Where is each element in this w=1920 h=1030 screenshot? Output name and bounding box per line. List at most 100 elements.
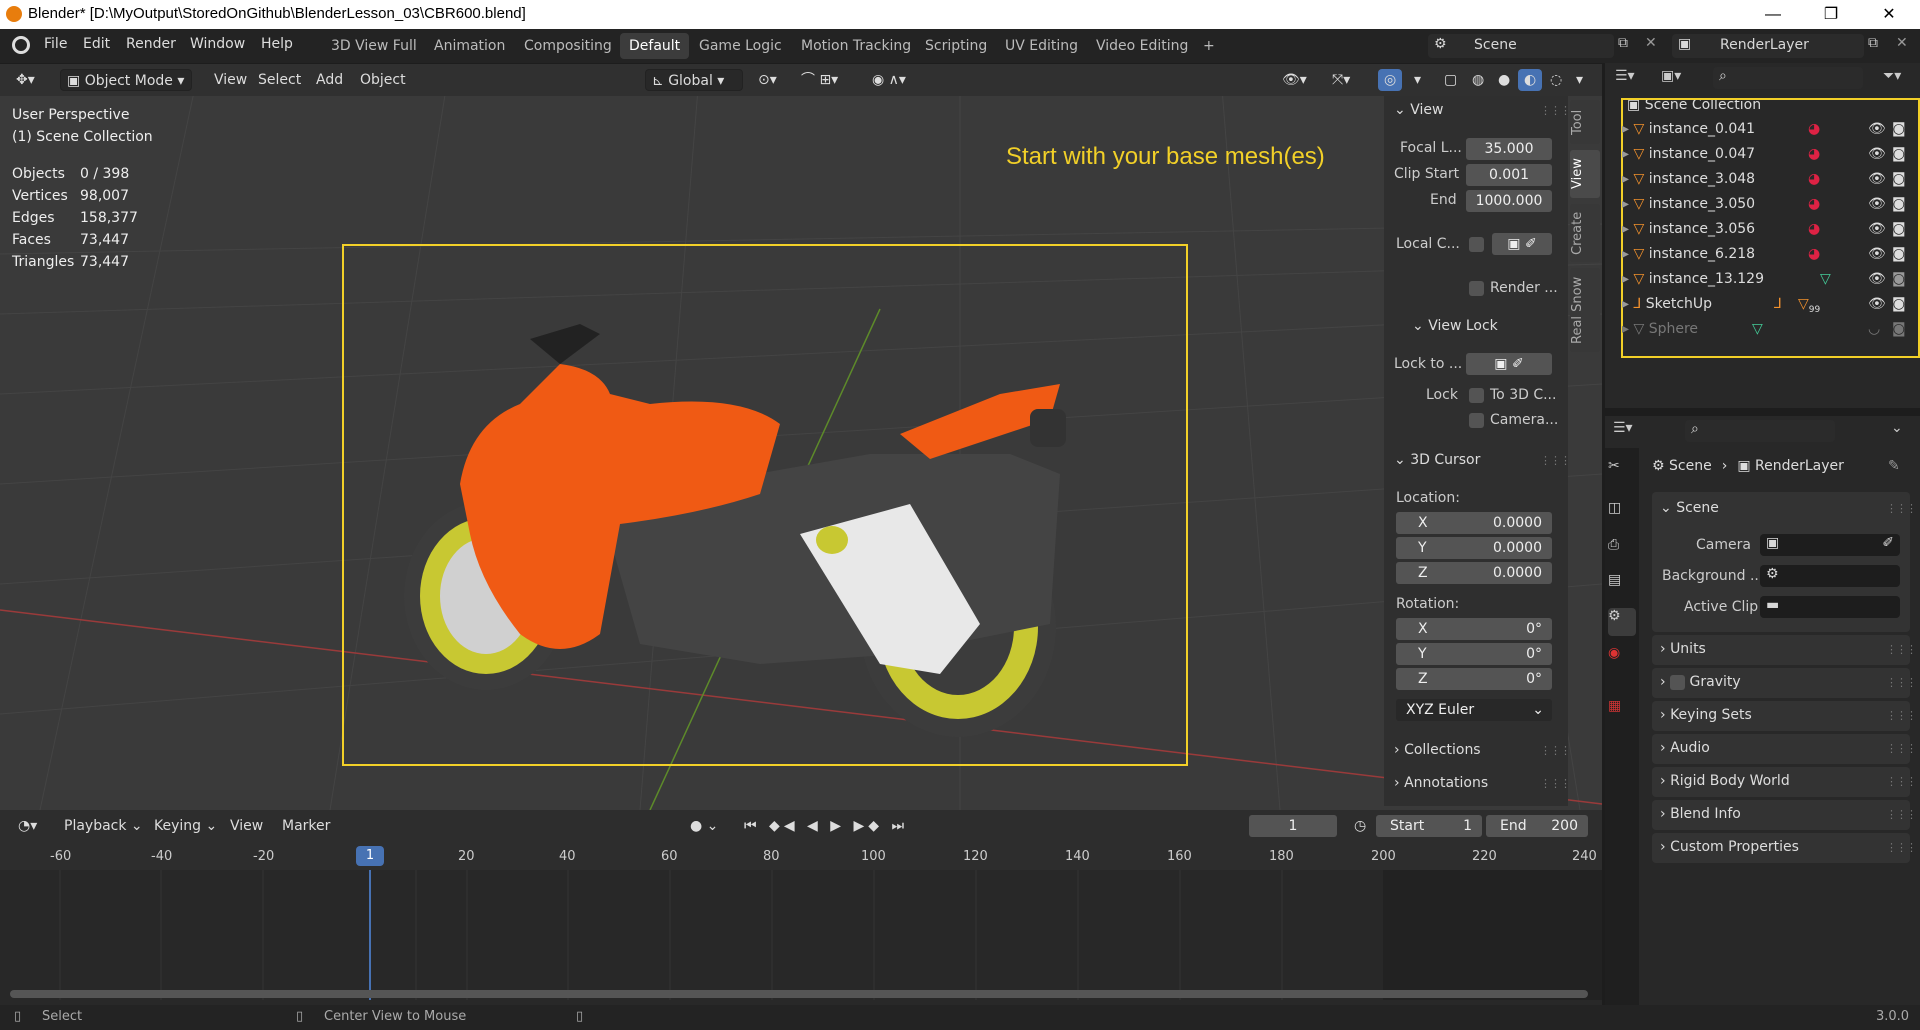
render-properties-tab-icon[interactable]: ◫ — [1608, 500, 1636, 528]
workspace-tab[interactable]: Scripting — [916, 33, 996, 59]
camera-icon[interactable]: ◙ — [1892, 271, 1906, 287]
workspace-tab[interactable]: 3D View Full — [322, 33, 426, 59]
outliner-item[interactable]: ▸ ▽ instance_3.056 ◕ 👁 ◙ — [1622, 221, 1912, 246]
workspace-tab[interactable]: Video Editing — [1087, 33, 1197, 59]
overlay-dropdown-icon[interactable]: ▾ — [1408, 69, 1427, 91]
audio-panel-header[interactable]: › Audio ⋮⋮⋮ — [1652, 734, 1917, 764]
properties-editor-icon[interactable]: ☰▾ — [1613, 420, 1633, 436]
properties-search-input[interactable]: ⌕ — [1685, 420, 1835, 442]
clip-start-field[interactable]: 0.001 — [1466, 164, 1552, 186]
timeline-view-menu[interactable]: View — [224, 815, 269, 837]
material-shading-icon[interactable]: ◐ — [1518, 69, 1543, 91]
render-layer-selector[interactable]: ▣ RenderLayer — [1672, 34, 1864, 58]
lock-3d-cursor-checkbox[interactable] — [1469, 388, 1484, 403]
rendered-shading-icon[interactable]: ◌ — [1544, 69, 1568, 91]
active-clip-field[interactable]: ▬ — [1760, 596, 1900, 618]
eye-icon[interactable]: 👁 — [1868, 271, 1886, 287]
viewport-menu-view[interactable]: View — [208, 69, 253, 91]
blender-menu-icon[interactable] — [12, 36, 30, 54]
cursor-rotation-x[interactable]: X 0° — [1396, 618, 1552, 640]
outliner-search-input[interactable]: ⌕ — [1713, 67, 1863, 89]
drag-handle[interactable]: ⋮⋮⋮ — [1886, 502, 1917, 515]
snap-icon[interactable]: ⌒ ⊞▾ — [795, 69, 844, 91]
maximize-button[interactable]: ❐ — [1802, 0, 1860, 29]
eye-icon[interactable]: 👁 — [1868, 121, 1886, 137]
drag-handle[interactable]: ⋮⋮⋮ — [1540, 777, 1571, 790]
outliner-item[interactable]: ▸ ▽ instance_3.048 ◕ 👁 ◙ — [1622, 171, 1912, 196]
wireframe-shading-icon[interactable]: ◍ — [1466, 69, 1490, 91]
outliner-item-hidden[interactable]: ▸ ▽ Sphere ▽ ◡ ◙ — [1622, 321, 1912, 346]
viewport-3d[interactable] — [0, 64, 1602, 810]
playback-menu[interactable]: Playback ⌄ — [58, 815, 149, 837]
camera-icon[interactable]: ◙ — [1892, 221, 1906, 237]
menu-render[interactable]: Render — [126, 36, 176, 52]
cursor-location-z[interactable]: Z 0.0000 — [1396, 562, 1552, 584]
eyedropper-icon[interactable]: ✐ — [1882, 535, 1894, 551]
scene-panel-header[interactable]: ⌄ Scene — [1660, 500, 1719, 516]
minimize-button[interactable]: — — [1744, 0, 1802, 29]
annotations-panel-header[interactable]: › Annotations — [1394, 775, 1488, 791]
sidebar-tab-create[interactable]: Create — [1570, 204, 1600, 262]
cursor-rotation-y[interactable]: Y 0° — [1396, 643, 1552, 665]
scene-selector[interactable]: ⚙ Scene — [1428, 34, 1614, 58]
units-panel-header[interactable]: › Units ⋮⋮⋮ — [1652, 635, 1917, 665]
camera-icon[interactable]: ◙ — [1892, 296, 1906, 312]
sidebar-tab-view[interactable]: View — [1570, 150, 1600, 198]
workspace-tab[interactable]: Animation — [425, 33, 514, 59]
view-panel-header[interactable]: ⌄ View — [1394, 102, 1443, 118]
new-scene-icon[interactable]: ⧉ — [1618, 35, 1628, 51]
eye-icon[interactable]: 👁 — [1868, 196, 1886, 212]
transform-orientation[interactable]: ⊾ Global ▾ — [645, 69, 743, 91]
focal-length-field[interactable]: 35.000 — [1466, 138, 1552, 160]
custom-properties-panel-header[interactable]: › Custom Properties ⋮⋮⋮ — [1652, 833, 1917, 863]
playback-controls[interactable]: ⏮ ◆◀ ◀ ▶ ▶◆ ⏭ — [738, 815, 914, 837]
mode-selector[interactable]: ▣ Object Mode ▾ — [60, 69, 192, 91]
camera-icon[interactable]: ◙ — [1892, 171, 1906, 187]
rigid-body-panel-header[interactable]: › Rigid Body World ⋮⋮⋮ — [1652, 767, 1917, 797]
outliner-item[interactable]: ▸ ▽ instance_3.050 ◕ 👁 ◙ — [1622, 196, 1912, 221]
camera-icon[interactable]: ◙ — [1892, 146, 1906, 162]
outliner-editor-icon[interactable]: ☰▾ — [1615, 68, 1635, 84]
eye-icon[interactable]: 👁 — [1868, 146, 1886, 162]
lock-to-object-field[interactable]: ▣ ✐ — [1466, 353, 1552, 375]
local-camera-checkbox[interactable] — [1469, 237, 1484, 252]
camera-icon[interactable]: ◙ — [1892, 321, 1906, 337]
gizmo-icon[interactable]: ⤧▾ — [1326, 69, 1356, 91]
collections-panel-header[interactable]: › Collections — [1394, 742, 1481, 758]
workspace-tab[interactable]: Game Logic — [690, 33, 791, 59]
camera-icon[interactable]: ◙ — [1892, 196, 1906, 212]
shading-dropdown-icon[interactable]: ▾ — [1570, 69, 1589, 91]
clip-end-field[interactable]: 1000.000 — [1466, 190, 1552, 212]
drag-handle[interactable]: ⋮⋮⋮ — [1540, 454, 1571, 467]
remove-layer-icon[interactable]: ✕ — [1896, 35, 1908, 51]
end-frame-field[interactable]: End 200 — [1486, 815, 1588, 837]
close-button[interactable]: ✕ — [1860, 0, 1918, 29]
cursor-location-y[interactable]: Y 0.0000 — [1396, 537, 1552, 559]
camera-field[interactable]: ▣ ✐ — [1760, 534, 1900, 556]
timeline-editor-icon[interactable]: ◔▾ — [12, 815, 43, 837]
gravity-panel-header[interactable]: › Gravity ⋮⋮⋮ — [1652, 668, 1917, 698]
view-lock-header[interactable]: ⌄ View Lock — [1412, 318, 1498, 334]
overlay-icon[interactable]: ◎ — [1378, 69, 1403, 91]
texture-properties-tab-icon[interactable]: ▦ — [1608, 698, 1636, 726]
pin-icon[interactable]: ✎ — [1888, 458, 1900, 474]
new-layer-icon[interactable]: ⧉ — [1868, 35, 1878, 51]
menu-help[interactable]: Help — [261, 36, 293, 52]
options-dropdown-icon[interactable]: ⌄ — [1891, 420, 1903, 436]
start-frame-field[interactable]: Start 1 — [1376, 815, 1482, 837]
pivot-icon[interactable]: ⊙▾ — [752, 69, 783, 91]
camera-icon[interactable]: ◙ — [1892, 246, 1906, 262]
outliner-item[interactable]: ▸ ▽ instance_0.047 ◕ 👁 ◙ — [1622, 146, 1912, 171]
outliner-item[interactable]: ▸ ⅃ SketchUp ⅃ ▽99 👁 ◙ — [1622, 296, 1912, 321]
current-frame-marker[interactable]: 1 — [356, 846, 384, 866]
outliner-item[interactable]: ▸ ▽ instance_6.218 ◕ 👁 ◙ — [1622, 246, 1912, 271]
output-properties-tab-icon[interactable]: ⎙ — [1608, 537, 1636, 565]
editor-type-icon[interactable]: ✥▾ — [10, 69, 41, 91]
sidebar-tab-real-snow[interactable]: Real Snow — [1570, 268, 1600, 352]
menu-window[interactable]: Window — [190, 36, 245, 52]
eye-icon[interactable]: 👁 — [1868, 171, 1886, 187]
record-icon[interactable]: ● ⌄ — [684, 815, 724, 837]
proportional-icon[interactable]: ◉ ∧▾ — [866, 69, 912, 91]
display-mode-icon[interactable]: ▣▾ — [1661, 68, 1681, 84]
drag-handle[interactable]: ⋮⋮⋮ — [1540, 104, 1571, 117]
